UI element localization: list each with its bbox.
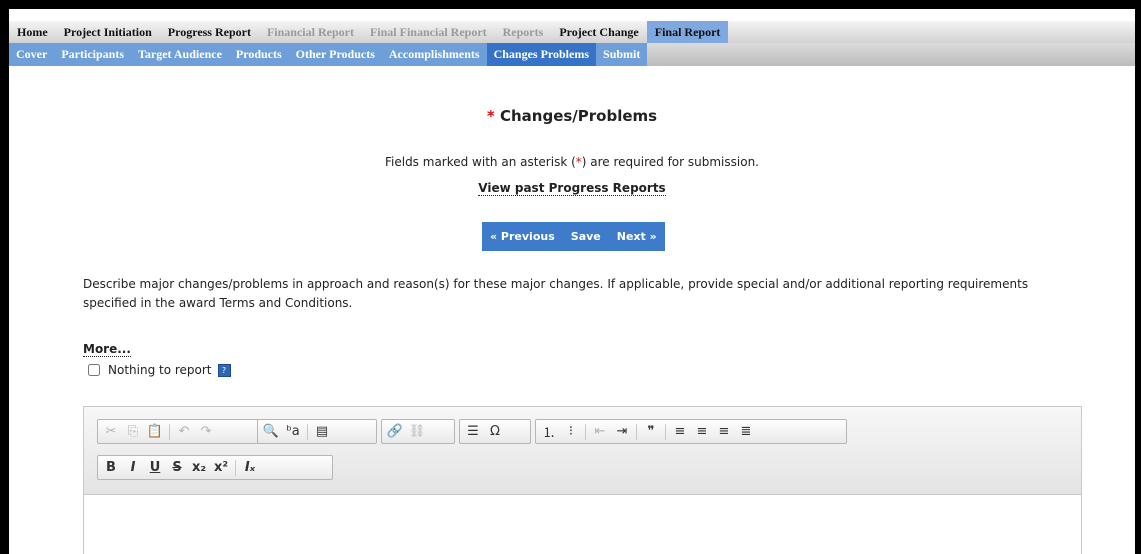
sub-nav-strip: Cover Participants Target Audience Products… bbox=[9, 43, 648, 66]
previous-button[interactable]: « Previous bbox=[482, 222, 563, 251]
bulleted-list-icon[interactable]: ⁝ bbox=[560, 421, 582, 443]
subnav-other-products[interactable]: Other Products bbox=[289, 43, 382, 66]
replace-icon[interactable]: ᵇa bbox=[282, 421, 304, 443]
toolbar-group: B I U Sx₂ x² Iₓ bbox=[97, 455, 333, 480]
view-past-progress-reports-link[interactable]: View past Progress Reports bbox=[478, 181, 666, 196]
nav-final-financial-report: Final Financial Report bbox=[369, 25, 487, 39]
nothing-to-report-checkbox[interactable] bbox=[88, 364, 100, 376]
subnav-accomplishments[interactable]: Accomplishments bbox=[382, 43, 487, 66]
align-center-icon[interactable]: ≡ bbox=[691, 421, 713, 443]
justify-icon[interactable]: ≣ bbox=[735, 421, 757, 443]
find-icon[interactable]: 🔍 bbox=[260, 421, 282, 443]
required-asterisk: * bbox=[486, 107, 495, 125]
nothing-to-report-label: Nothing to report bbox=[108, 363, 212, 377]
past-reports-container: View past Progress Reports bbox=[9, 181, 1135, 196]
numbered-list-icon[interactable]: ⒈ bbox=[538, 421, 560, 443]
paste-icon[interactable]: 📋 bbox=[144, 421, 166, 443]
pager-buttons: « Previous Save Next » bbox=[482, 222, 665, 251]
toolbar-group: 🔗 ⛓ bbox=[381, 419, 455, 444]
outdent-icon: ⇤ bbox=[594, 424, 606, 439]
toolbar-separator bbox=[665, 423, 666, 440]
main-nav: Home Project Initiation Progress Report Fin… bbox=[9, 21, 1135, 44]
subnav-participants[interactable]: Participants bbox=[54, 43, 131, 66]
strikethrough-icon[interactable]: S bbox=[166, 457, 188, 479]
cut-icon: ✂ bbox=[105, 424, 117, 439]
horizontal-line-icon[interactable]: ☰ bbox=[462, 421, 484, 443]
subnav-submit[interactable]: Submit bbox=[596, 43, 647, 66]
nav-reports: Reports bbox=[502, 25, 544, 39]
note-prefix: Fields marked with an asterisk ( bbox=[384, 155, 576, 169]
subnav-products[interactable]: Products bbox=[229, 43, 289, 66]
toolbar-separator bbox=[169, 423, 170, 440]
page-title: * Changes/Problems bbox=[9, 107, 1135, 125]
unlink-icon: ⛓ bbox=[408, 424, 426, 439]
underline-icon[interactable]: U bbox=[144, 457, 166, 479]
editor-content-area[interactable] bbox=[84, 495, 1081, 554]
more-link[interactable]: More... bbox=[83, 342, 131, 357]
section-description: Describe major changes/problems in appro… bbox=[83, 277, 1029, 310]
blockquote-icon[interactable]: ❞ bbox=[640, 421, 662, 443]
toolbar-group: ☰ Ω bbox=[459, 419, 531, 444]
toolbar-separator bbox=[585, 423, 586, 440]
next-button[interactable]: Next » bbox=[609, 222, 665, 251]
remove-format-icon[interactable]: Iₓ bbox=[239, 457, 261, 479]
nav-project-change[interactable]: Project Change bbox=[551, 21, 646, 43]
undo-icon: ↶ bbox=[178, 424, 190, 439]
italic-icon[interactable]: I bbox=[122, 457, 144, 479]
toolbar-group: ⒈ ⁝ ⇤ ⇥ ❞ ≡ ≡ ≡ ≣ bbox=[535, 419, 847, 444]
toolbar-separator bbox=[235, 459, 236, 476]
link-icon[interactable]: 🔗 bbox=[384, 421, 406, 443]
required-note: Fields marked with an asterisk (*) are r… bbox=[9, 155, 1135, 169]
nav-home[interactable]: Home bbox=[9, 21, 56, 43]
help-icon[interactable]: ? bbox=[217, 363, 231, 377]
toolbar-group: ✂ ⎘ 📋 ↶ ↷ bbox=[97, 419, 259, 444]
note-suffix: ) are required for submission. bbox=[581, 155, 759, 169]
bold-icon[interactable]: B bbox=[100, 457, 122, 479]
subnav-cover[interactable]: Cover bbox=[9, 43, 54, 66]
toolbar-separator bbox=[636, 423, 637, 440]
nav-progress-report[interactable]: Progress Report bbox=[160, 21, 259, 43]
app-window: Home Project Initiation Progress Report Fin… bbox=[9, 9, 1135, 554]
nav-final-report[interactable]: Final Report bbox=[646, 21, 729, 43]
subscript-icon[interactable]: x₂ bbox=[188, 457, 210, 479]
subnav-changes-problems[interactable]: Changes Problems bbox=[486, 43, 597, 66]
select-all-icon[interactable]: ▤ bbox=[311, 421, 333, 443]
editor-toolbar: ✂ ⎘ 📋 ↶ ↷ 🔍 ᵇa ▤ 🔗 ⛓ ☰ Ω ⒈ ⁝ ⇤ ⇥ ❞ ≡ ≡ ≡ ≣ B I U Sx₂ x² Iₓ bbox=[84, 407, 1081, 495]
save-button[interactable]: Save bbox=[563, 222, 609, 251]
rich-text-editor: ✂ ⎘ 📋 ↶ ↷ 🔍 ᵇa ▤ 🔗 ⛓ ☰ Ω ⒈ ⁝ ⇤ ⇥ ❞ ≡ ≡ ≡ ≣ B I U Sx₂ x² Iₓ bbox=[83, 406, 1082, 554]
subnav-target-audience[interactable]: Target Audience bbox=[131, 43, 229, 66]
copy-icon: ⎘ bbox=[127, 424, 139, 439]
nothing-to-report-row[interactable]: Nothing to report ? bbox=[88, 363, 231, 377]
align-right-icon[interactable]: ≡ bbox=[713, 421, 735, 443]
redo-icon: ↷ bbox=[200, 424, 212, 439]
align-left-icon[interactable]: ≡ bbox=[669, 421, 691, 443]
sub-nav: Cover Participants Target Audience Products… bbox=[9, 43, 1135, 66]
nav-financial-report: Financial Report bbox=[266, 25, 354, 39]
superscript-icon[interactable]: x² bbox=[210, 457, 232, 479]
special-char-icon[interactable]: Ω bbox=[484, 421, 506, 443]
indent-icon[interactable]: ⇥ bbox=[611, 421, 633, 443]
toolbar-separator bbox=[307, 423, 308, 440]
toolbar-group: 🔍 ᵇa ▤ bbox=[257, 419, 377, 444]
nav-project-initiation[interactable]: Project Initiation bbox=[56, 21, 160, 43]
page-title-text: Changes/Problems bbox=[499, 107, 658, 125]
